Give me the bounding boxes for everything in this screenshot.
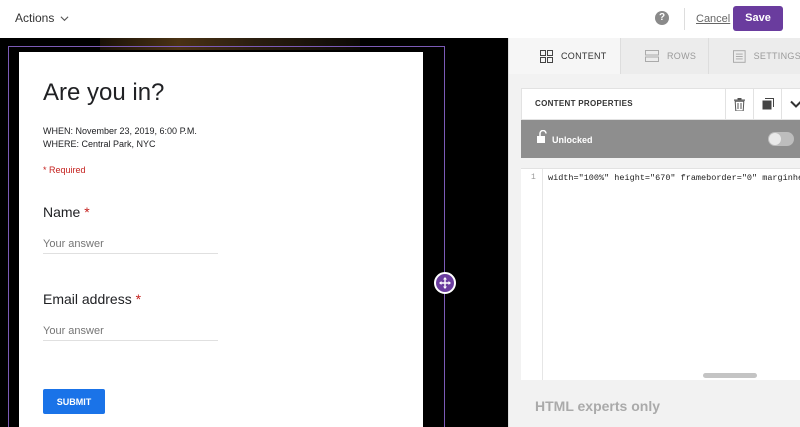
- chevron-down-icon: [60, 15, 69, 21]
- divider: [684, 8, 685, 30]
- tab-content[interactable]: CONTENT: [509, 38, 621, 74]
- line-number: 1: [531, 173, 536, 182]
- lock-bar: Unlocked: [521, 120, 800, 158]
- form-when: WHEN: November 23, 2019, 6:00 P.M.: [43, 126, 197, 136]
- embedded-form: Are you in? WHEN: November 23, 2019, 6:0…: [19, 52, 423, 427]
- html-experts-section: HTML experts only: [521, 380, 800, 427]
- duplicate-button[interactable]: [753, 89, 781, 119]
- form-where: WHERE: Central Park, NYC: [43, 139, 156, 149]
- tab-rows[interactable]: ROWS: [621, 38, 709, 74]
- required-asterisk: *: [84, 204, 90, 220]
- trash-icon: [734, 97, 745, 111]
- code-line[interactable]: width="100%" height="670" frameborder="0…: [548, 173, 800, 183]
- horizontal-scrollbar[interactable]: [703, 373, 757, 378]
- cancel-link[interactable]: Cancel: [696, 13, 730, 25]
- move-handle-icon[interactable]: [434, 272, 456, 294]
- html-code-editor[interactable]: 1 width="100%" height="670" frameborder=…: [521, 168, 800, 380]
- content-properties-header: CONTENT PROPERTIES: [521, 88, 800, 120]
- email-input[interactable]: [43, 325, 218, 341]
- form-title: Are you in?: [43, 79, 165, 106]
- tab-content-label: CONTENT: [561, 51, 607, 61]
- tab-rows-label: ROWS: [667, 51, 697, 61]
- editor-canvas: Are you in? WHEN: November 23, 2019, 6:0…: [0, 38, 508, 427]
- save-button[interactable]: Save: [733, 6, 783, 31]
- tab-settings[interactable]: SETTINGS: [709, 38, 800, 74]
- name-input[interactable]: [43, 238, 218, 254]
- unlock-icon: [537, 130, 547, 143]
- html-experts-label: HTML experts only: [535, 398, 660, 414]
- submit-button[interactable]: SUBMIT: [43, 389, 105, 414]
- email-label: Email address: [43, 291, 132, 307]
- name-question-label: Name *: [43, 204, 90, 220]
- properties-panel: CONTENT ROWS SETTINGS CONTENT PROPERTIES: [508, 38, 800, 427]
- chevron-down-icon: [789, 100, 800, 108]
- email-question-label: Email address *: [43, 291, 141, 307]
- settings-list-icon: [733, 49, 746, 63]
- duplicate-icon: [762, 98, 774, 110]
- required-note: * Required: [43, 165, 86, 175]
- rows-icon: [645, 50, 659, 62]
- required-asterisk: *: [135, 291, 142, 307]
- help-icon[interactable]: ?: [655, 11, 669, 25]
- line-number-gutter: 1: [521, 169, 543, 380]
- actions-menu[interactable]: Actions: [15, 11, 69, 25]
- delete-button[interactable]: [725, 89, 753, 119]
- arrows-move-icon: [439, 277, 451, 289]
- lock-toggle[interactable]: [768, 132, 794, 146]
- top-bar: Actions ? Cancel Save: [0, 0, 800, 38]
- tab-settings-label: SETTINGS: [753, 51, 800, 61]
- panel-tabs: CONTENT ROWS SETTINGS: [509, 38, 800, 74]
- collapse-button[interactable]: [781, 89, 800, 119]
- grid-icon: [540, 49, 553, 63]
- content-properties-title: CONTENT PROPERTIES: [535, 99, 633, 108]
- lock-status-label: Unlocked: [552, 135, 593, 145]
- actions-label: Actions: [15, 11, 55, 25]
- name-label: Name: [43, 204, 81, 220]
- form-event-details: WHEN: November 23, 2019, 6:00 P.M. WHERE…: [43, 125, 197, 151]
